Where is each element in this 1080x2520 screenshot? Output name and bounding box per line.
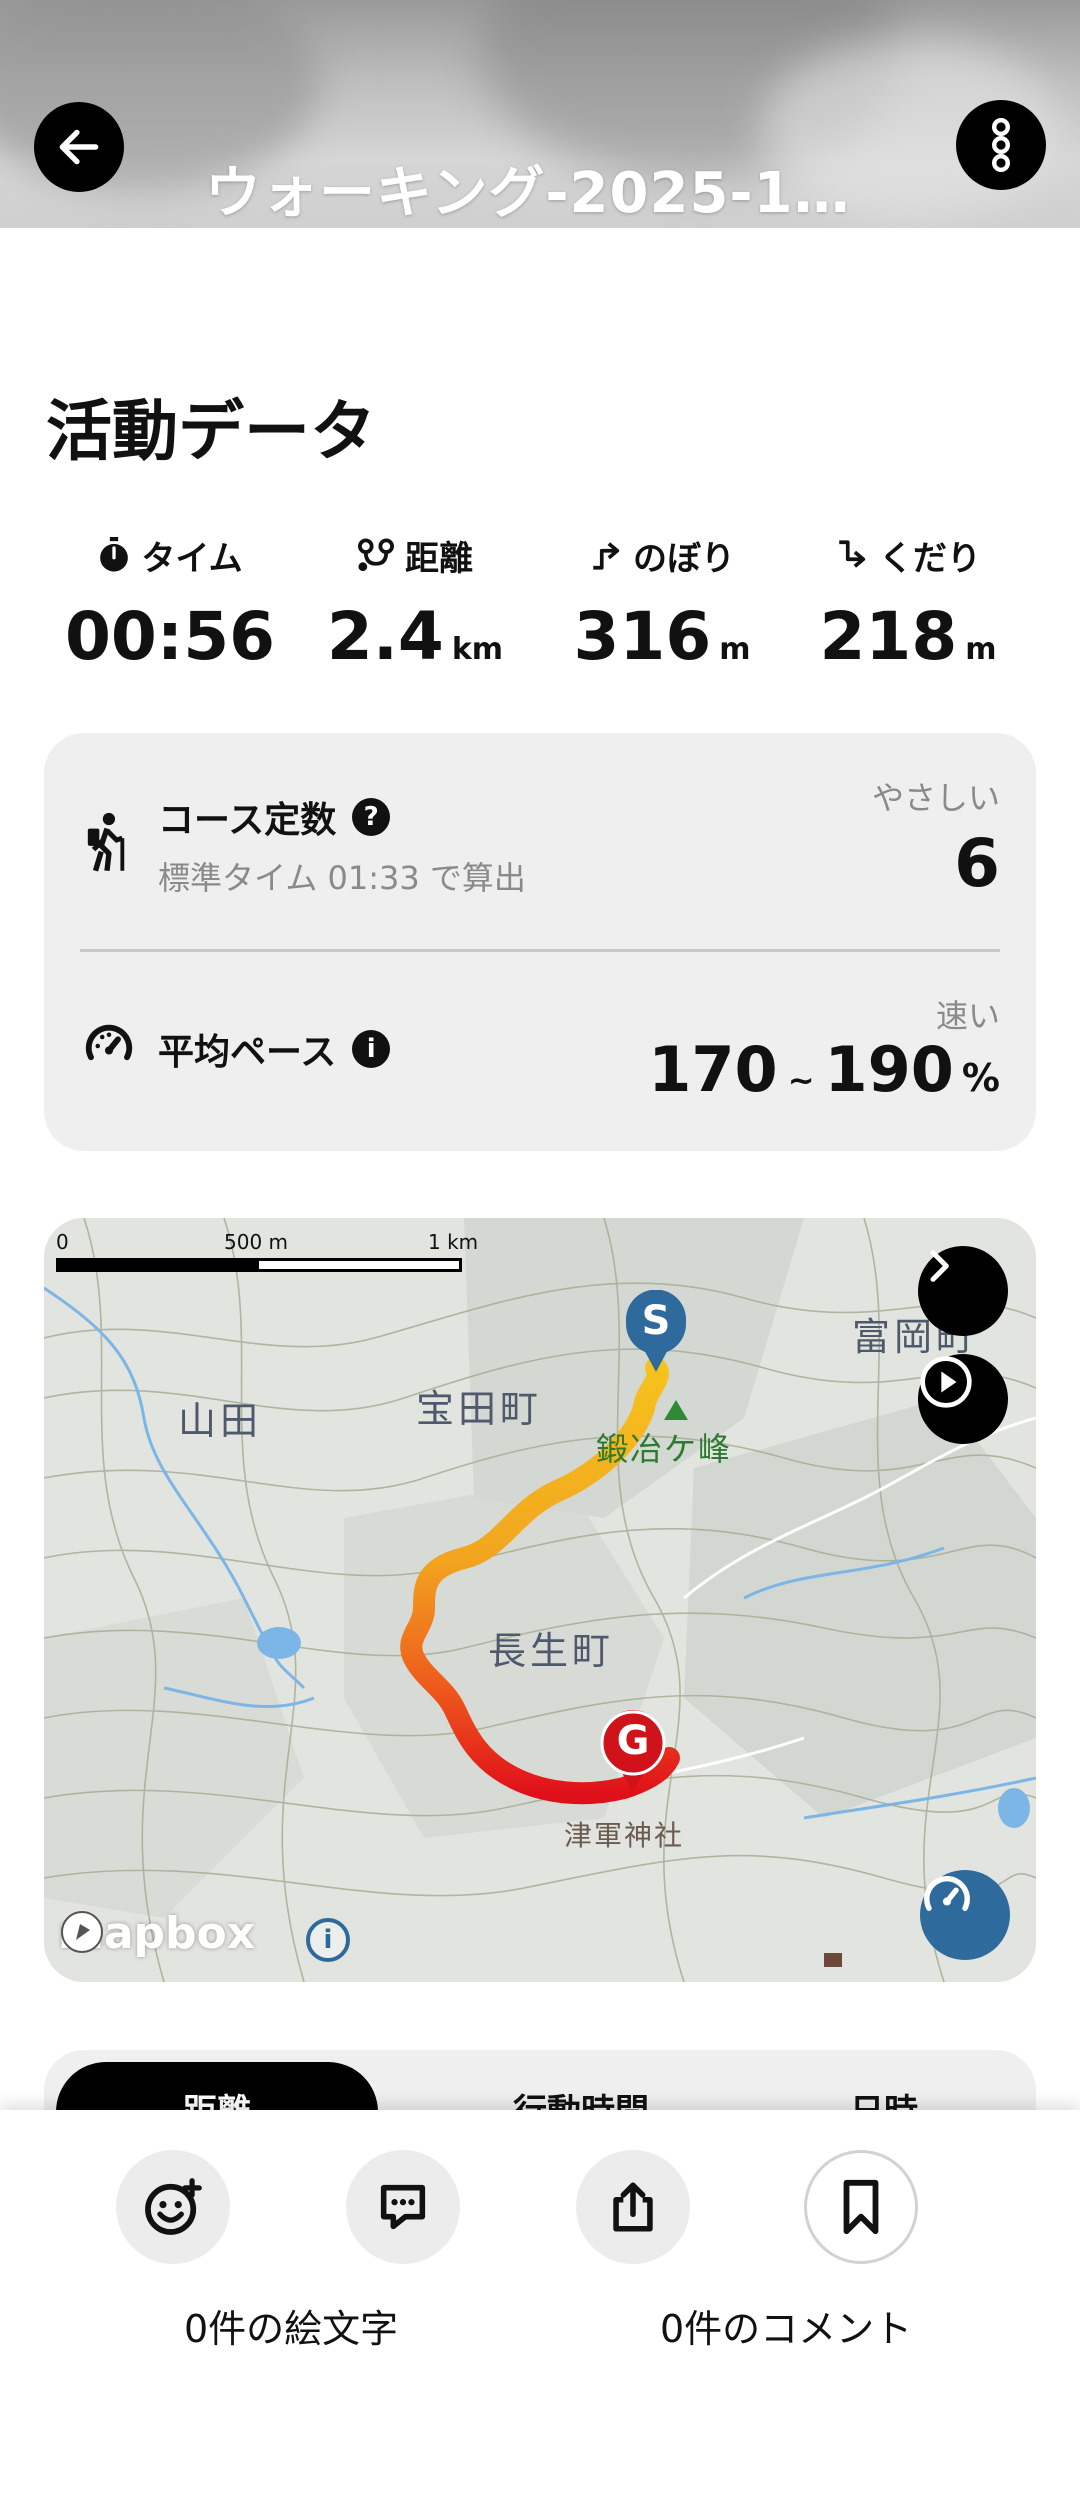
descent-icon bbox=[839, 540, 866, 568]
map-pace-toggle-button[interactable] bbox=[920, 1870, 1010, 1960]
emoji-add-icon bbox=[145, 2178, 202, 2235]
stat-descent-label: くだり bbox=[879, 538, 981, 579]
place-nagao: 長生町 bbox=[488, 1629, 615, 1673]
chevron-right-icon bbox=[930, 1250, 949, 1282]
stat-time-value: 00:56 bbox=[64, 598, 276, 675]
comment-icon bbox=[380, 2184, 426, 2230]
stat-ascent-unit: m bbox=[719, 632, 751, 667]
pace-rating: 速い bbox=[935, 997, 1000, 1035]
pace-tilde: ~ bbox=[787, 1061, 815, 1099]
start-marker: S bbox=[622, 1290, 690, 1374]
average-pace-label: 平均ペース bbox=[158, 1032, 337, 1073]
emoji-count[interactable]: 0件の絵文字 bbox=[184, 2298, 398, 2353]
scale-bar bbox=[56, 1258, 462, 1272]
play-icon bbox=[920, 1356, 972, 1408]
map-play-button[interactable] bbox=[918, 1354, 1008, 1444]
stat-distance: 距離 2.4 km bbox=[295, 530, 535, 675]
pace-max: 190 bbox=[824, 1033, 954, 1106]
place-takarada: 宝田町 bbox=[416, 1387, 543, 1431]
add-emoji-button[interactable] bbox=[116, 2150, 230, 2264]
share-icon bbox=[613, 2182, 653, 2232]
speedometer-icon bbox=[924, 1876, 970, 1911]
course-standard-time: 標準タイム 01:33 で算出 bbox=[158, 859, 526, 897]
start-marker-label: S bbox=[641, 1298, 671, 1344]
scale-label-1km: 1 km bbox=[428, 1230, 479, 1254]
scale-label-500m: 500 m bbox=[224, 1230, 289, 1254]
hiker-icon bbox=[87, 812, 125, 872]
page-title: ウォーキング-2025-1… bbox=[205, 161, 851, 226]
course-constant-title: コース定数 ? bbox=[158, 791, 391, 843]
bookmark-icon bbox=[843, 2179, 879, 2235]
course-constant-value: 6 bbox=[954, 825, 1000, 902]
card-divider bbox=[80, 949, 1000, 952]
share-button[interactable] bbox=[576, 2150, 690, 2264]
pace-min: 170 bbox=[648, 1033, 778, 1106]
average-pace-title: 平均ペース i bbox=[158, 1023, 391, 1075]
stat-descent-value: 218 bbox=[819, 598, 958, 675]
stat-descent-unit: m bbox=[965, 632, 997, 667]
mapbox-mark-icon bbox=[61, 1911, 103, 1953]
comment-count[interactable]: 0件のコメント bbox=[660, 2298, 912, 2353]
scale-label-0: 0 bbox=[56, 1230, 69, 1254]
back-button[interactable] bbox=[34, 102, 124, 192]
more-options-button[interactable] bbox=[956, 100, 1046, 190]
stat-descent: くだり 218 m bbox=[788, 530, 1028, 676]
goal-marker-label: G bbox=[616, 1718, 650, 1764]
bottom-action-bar: 0件の絵文字 0件のコメント bbox=[0, 2110, 1080, 2520]
stopwatch-icon bbox=[100, 537, 129, 572]
speedometer-icon bbox=[85, 1024, 133, 1061]
map-expand-button[interactable] bbox=[918, 1246, 1008, 1336]
mapbox-logo: mapbox bbox=[58, 1908, 255, 1959]
section-title: 活動データ bbox=[46, 393, 376, 470]
bookmark-button[interactable] bbox=[804, 2150, 918, 2264]
pace-value: 170 ~190% bbox=[648, 1033, 1000, 1106]
course-constant-label: コース定数 bbox=[158, 800, 337, 841]
poi-peak: 鍛冶ケ峰 bbox=[596, 1430, 733, 1468]
stat-ascent-label: のぼり bbox=[633, 538, 735, 579]
ascent-icon bbox=[593, 542, 620, 570]
stat-ascent: のぼり 316 m bbox=[542, 530, 782, 676]
arrow-left-icon bbox=[59, 129, 99, 165]
place-yamada: 山田 bbox=[178, 1399, 263, 1443]
course-pace-card: コース定数 ? 標準タイム 01:33 で算出 やさしい 6 平均ペース i 速… bbox=[44, 733, 1036, 1151]
map-info-icon[interactable]: i bbox=[306, 1918, 350, 1962]
stat-distance-unit: km bbox=[451, 632, 504, 667]
poi-shrine: 津軍神社 bbox=[564, 1819, 685, 1852]
comment-button[interactable] bbox=[346, 2150, 460, 2264]
info-icon[interactable]: i bbox=[352, 1030, 391, 1068]
stat-distance-label: 距離 bbox=[405, 538, 473, 579]
course-difficulty: やさしい bbox=[871, 779, 1000, 817]
stat-distance-value: 2.4 bbox=[326, 598, 444, 675]
stat-time-label: タイム bbox=[141, 538, 243, 579]
route-icon bbox=[358, 538, 394, 572]
more-vertical-icon bbox=[991, 117, 1011, 173]
goal-marker: G bbox=[598, 1708, 668, 1794]
help-icon[interactable]: ? bbox=[352, 798, 391, 836]
stat-time: タイム 00:56 bbox=[50, 530, 290, 675]
stat-ascent-value: 316 bbox=[573, 598, 712, 675]
pace-unit: % bbox=[961, 1056, 1000, 1100]
route-map[interactable]: 0 500 m 1 km 山田 宝田町 富岡町 長生町 鍛冶ケ峰 津軍神社 S … bbox=[44, 1218, 1036, 1982]
